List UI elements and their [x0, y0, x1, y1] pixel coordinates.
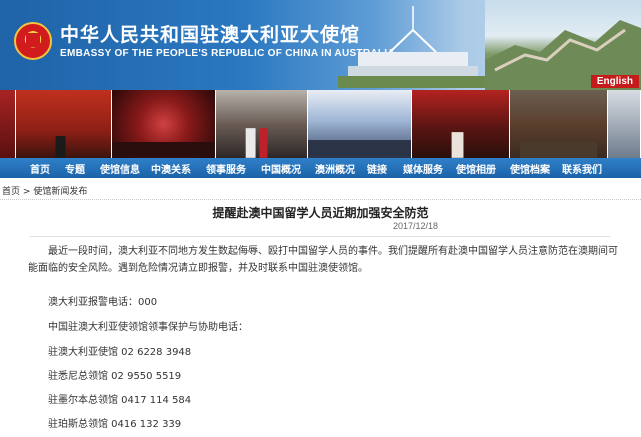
- nav-item-contact-us[interactable]: 联系我们: [562, 161, 602, 176]
- consular-heading: 中国驻澳大利亚使领馆领事保护与协助电话：: [48, 322, 248, 333]
- nav-item-archives[interactable]: 使馆档案: [510, 161, 550, 176]
- nav-item-about-china[interactable]: 中国概况: [261, 161, 301, 176]
- nav-item-about-australia[interactable]: 澳洲概况: [315, 161, 355, 176]
- photo-thumbnail[interactable]: [16, 90, 112, 158]
- nav-item-china-australia-relations[interactable]: 中澳关系: [151, 161, 191, 176]
- article-title: 提醒赴澳中国留学人员近期加强安全防范: [212, 206, 429, 220]
- photo-thumbnail[interactable]: [608, 90, 641, 158]
- nav-item-consular-services[interactable]: 领事服务: [206, 161, 246, 176]
- nav-item-embassy-info[interactable]: 使馆信息: [100, 161, 140, 176]
- parliament-house-image: [338, 6, 488, 88]
- contact-sydney: 驻悉尼总领馆 02 9550 5519: [48, 371, 182, 382]
- great-wall-image: English: [485, 0, 641, 90]
- nav-item-home[interactable]: 首页: [30, 161, 50, 176]
- photo-thumbnail[interactable]: [216, 90, 308, 158]
- police-phone-line: 澳大利亚报警电话：000: [48, 297, 158, 308]
- breadcrumb: 首页 > 使馆新闻发布: [2, 184, 87, 197]
- breadcrumb-divider: [0, 199, 641, 200]
- header-banner: 中华人民共和国驻澳大利亚大使馆 EMBASSY OF THE PEOPLE'S …: [0, 0, 641, 90]
- photo-thumbnail[interactable]: [510, 90, 608, 158]
- contact-embassy: 驻澳大利亚使馆 02 6228 3948: [48, 347, 192, 358]
- photo-thumbnail[interactable]: [308, 90, 412, 158]
- site-title-cn: 中华人民共和国驻澳大利亚大使馆: [60, 24, 361, 46]
- article-date: 2017/12/18: [392, 221, 438, 231]
- breadcrumb-home-link[interactable]: 首页: [2, 187, 20, 197]
- article-divider: [30, 236, 610, 237]
- national-emblem-icon: [14, 22, 52, 60]
- nav-item-links[interactable]: 链接: [367, 161, 387, 176]
- contact-melbourne: 驻墨尔本总领馆 0417 114 584: [48, 395, 192, 406]
- nav-item-topics[interactable]: 专题: [65, 161, 85, 176]
- article-paragraph: 最近一段时间，澳大利亚不同地方发生数起侮辱、殴打中国留学人员的事件。我们提醒所有…: [28, 246, 618, 274]
- nav-item-photo-album[interactable]: 使馆相册: [456, 161, 496, 176]
- contact-perth: 驻珀斯总领馆 0416 132 339: [48, 419, 182, 430]
- photo-thumbnail[interactable]: [0, 90, 16, 158]
- main-nav: 首页 专题 使馆信息 中澳关系 领事服务 中国概况 澳洲概况 链接 媒体服务 使…: [0, 158, 641, 178]
- english-language-button[interactable]: English: [590, 75, 639, 88]
- breadcrumb-section-link[interactable]: 使馆新闻发布: [33, 187, 87, 197]
- breadcrumb-separator: >: [22, 187, 31, 197]
- photo-strip: [0, 90, 641, 158]
- nav-item-media-services[interactable]: 媒体服务: [403, 161, 443, 176]
- photo-thumbnail[interactable]: [412, 90, 510, 158]
- photo-thumbnail[interactable]: [112, 90, 216, 158]
